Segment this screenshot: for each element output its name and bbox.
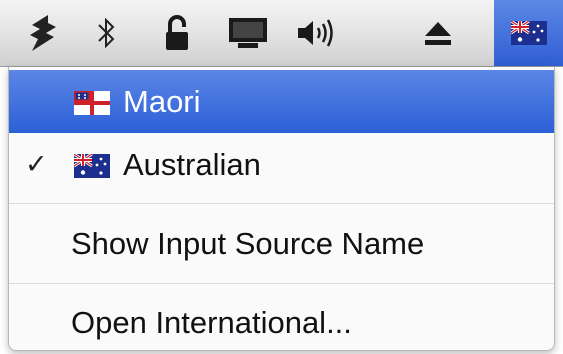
menu-item-label: Show Input Source Name <box>71 225 425 261</box>
menu-item-show-input-source-name[interactable]: Show Input Source Name <box>9 212 554 275</box>
lock-icon <box>166 15 188 50</box>
menu-item-open-international[interactable]: Open International... <box>9 291 554 354</box>
maori-flag-icon <box>74 91 110 115</box>
volume-icon <box>298 19 333 47</box>
display-icon <box>229 18 267 48</box>
eject-icon <box>425 22 451 45</box>
australian-flag-icon <box>510 21 547 45</box>
input-source-menu: Maori ✓ Australian Show Input Source Nam… <box>8 67 555 351</box>
display-menu-item[interactable] <box>219 0 277 66</box>
australian-flag-icon <box>74 154 110 178</box>
volume-menu-item[interactable] <box>288 0 346 66</box>
menu-bar <box>0 0 563 67</box>
checkmark-icon: ✓ <box>25 149 48 179</box>
menu-separator <box>9 203 554 204</box>
menu-item-label: Maori <box>123 83 201 119</box>
bluetooth-icon <box>98 17 115 49</box>
script-menu-icon <box>30 15 56 51</box>
script-menu-item[interactable] <box>14 0 72 66</box>
bluetooth-menu-item[interactable] <box>78 0 136 66</box>
menu-item-label: Open International... <box>71 304 352 340</box>
menu-separator <box>9 283 554 284</box>
lock-menu-item[interactable] <box>148 0 206 66</box>
menu-item-maori[interactable]: Maori <box>9 70 554 133</box>
input-source-menu-item[interactable] <box>494 0 563 66</box>
eject-menu-item[interactable] <box>409 0 467 66</box>
menu-item-australian[interactable]: ✓ Australian <box>9 133 554 196</box>
menu-item-label: Australian <box>123 146 261 182</box>
